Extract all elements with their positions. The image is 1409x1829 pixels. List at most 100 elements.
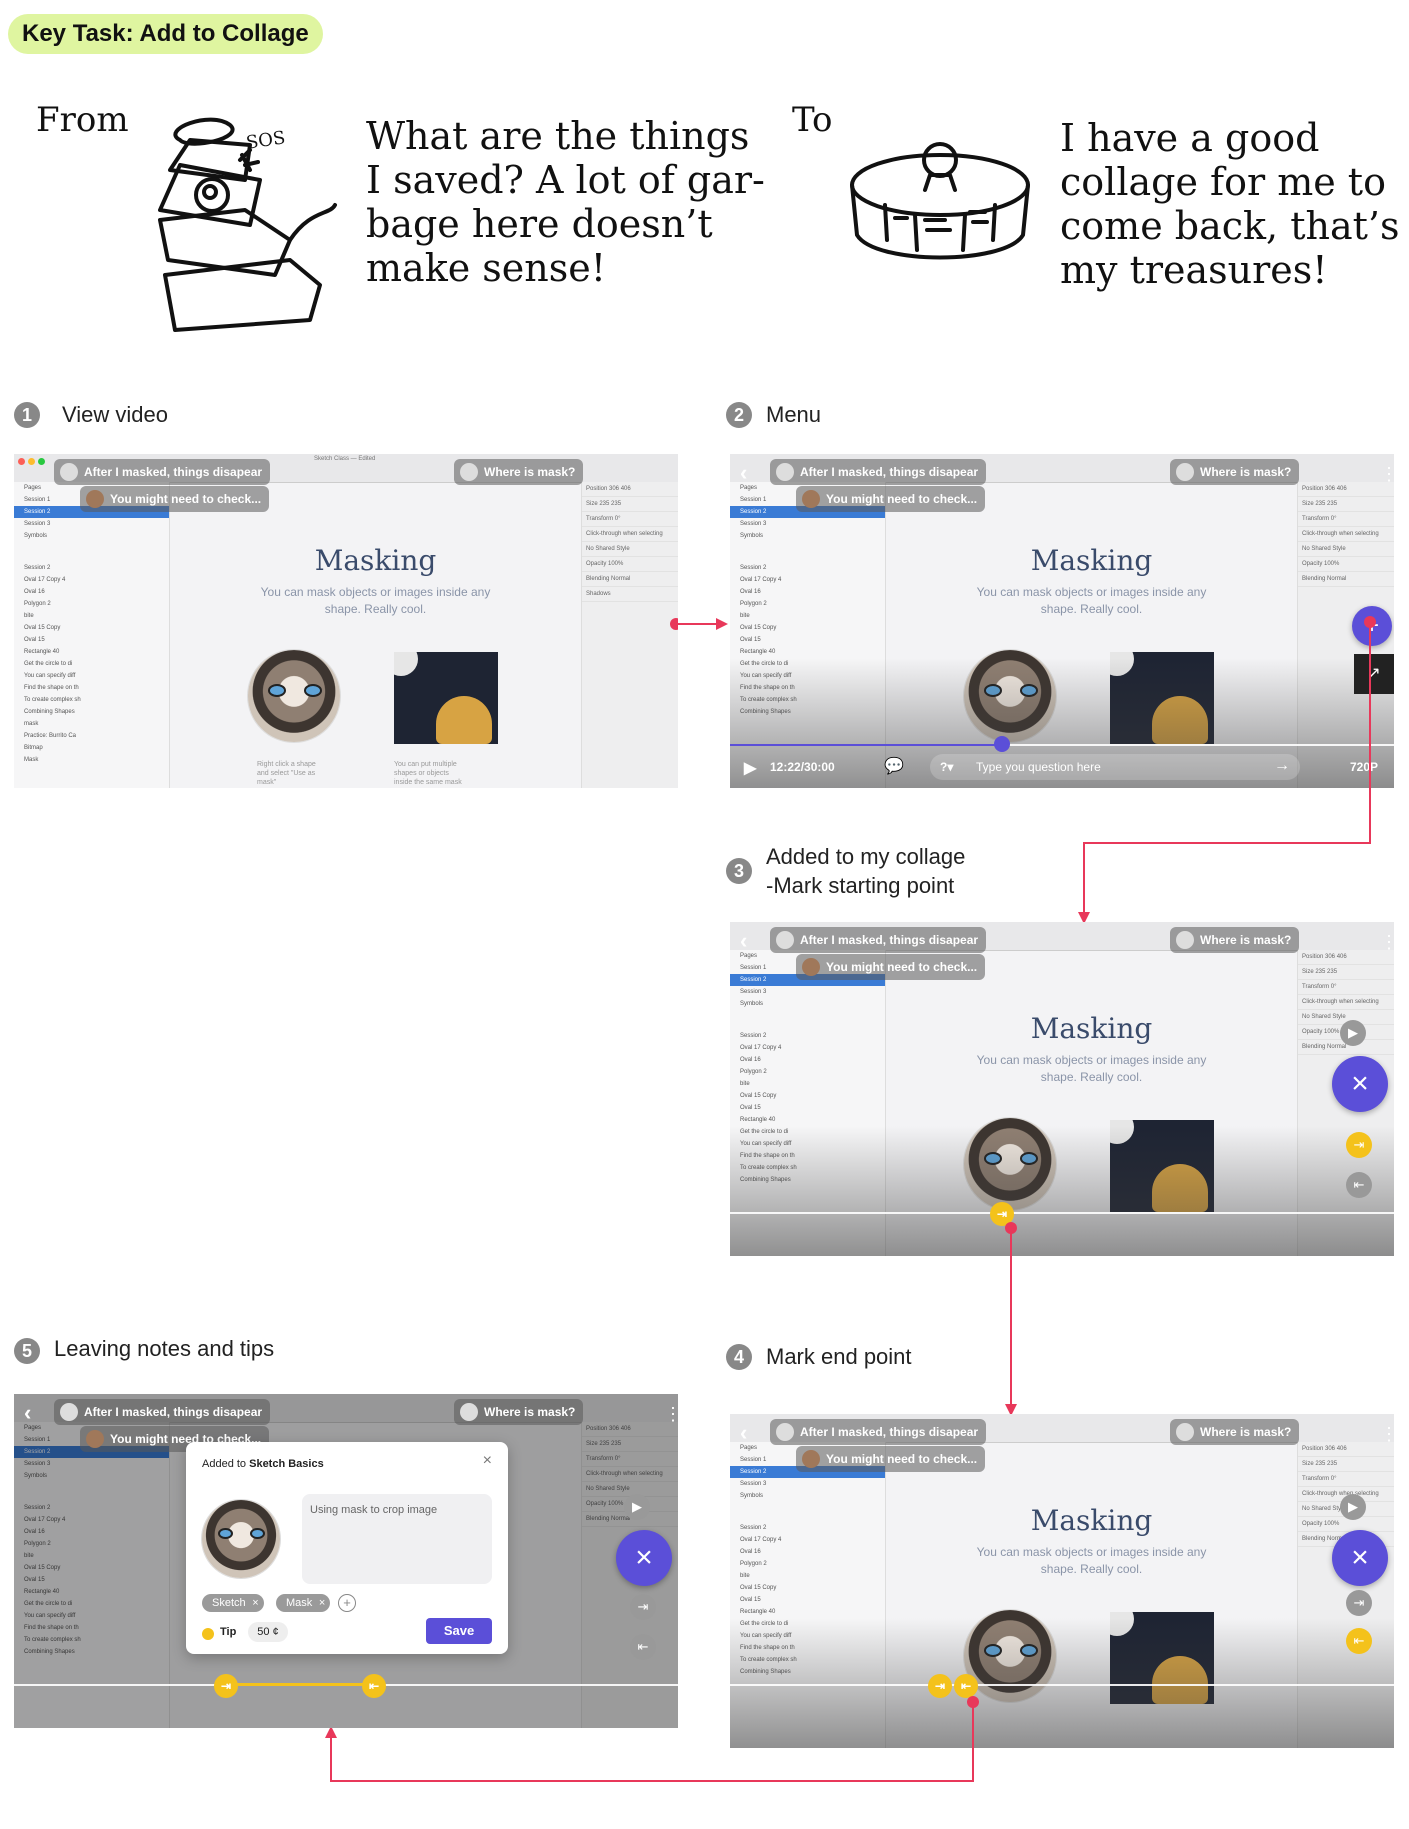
mark-start-button[interactable]: ⇥: [1346, 1132, 1372, 1158]
start-marker[interactable]: ⇥: [214, 1674, 238, 1698]
layer-item[interactable]: mask: [14, 718, 169, 730]
layer-item[interactable]: Polygon 2: [730, 598, 885, 610]
mark-end-button[interactable]: ⇤: [1346, 1628, 1372, 1654]
more-menu-icon[interactable]: ⋮: [664, 1404, 678, 1424]
layer-item[interactable]: Oval 17 Copy 4: [730, 1534, 885, 1546]
back-chevron-icon[interactable]: ‹: [740, 462, 747, 484]
layer-item[interactable]: Find the shape on th: [14, 682, 169, 694]
page-item[interactable]: Session 3: [14, 518, 169, 530]
page-item[interactable]: Session 3: [730, 518, 885, 530]
layer-item[interactable]: Oval 17 Copy 4: [730, 1042, 885, 1054]
note-field[interactable]: Using mask to crop image: [302, 1494, 492, 1584]
question-bubble[interactable]: Where is mask?: [1170, 927, 1300, 953]
layer-item[interactable]: bite: [14, 610, 169, 622]
layer-item[interactable]: Oval 15 Copy: [730, 622, 885, 634]
page-item[interactable]: Symbols: [14, 530, 169, 542]
question-input[interactable]: ?▾ Type you question here →: [930, 754, 1300, 780]
play-circle-icon[interactable]: ▶: [1340, 1494, 1366, 1520]
layer-item[interactable]: Polygon 2: [14, 598, 169, 610]
layer-item[interactable]: Mask: [14, 754, 169, 766]
page-item[interactable]: Session 3: [730, 1478, 885, 1490]
layer-item[interactable]: Get the circle to di: [14, 658, 169, 670]
layer-item[interactable]: Oval 15 Copy: [730, 1582, 885, 1594]
question-bubble[interactable]: Where is mask?: [454, 1399, 584, 1425]
chat-icon[interactable]: 💬: [884, 756, 904, 776]
page-item[interactable]: Symbols: [730, 998, 885, 1010]
layer-item[interactable]: bite: [730, 1570, 885, 1582]
layer-item[interactable]: Oval 15: [14, 634, 169, 646]
layer-item[interactable]: Oval 15: [730, 1102, 885, 1114]
question-bubble[interactable]: After I masked, things disapear: [54, 459, 271, 485]
layer-item[interactable]: To create complex sh: [14, 694, 169, 706]
layer-item[interactable]: Oval 15: [730, 1594, 885, 1606]
collection-name[interactable]: Sketch Basics: [249, 1458, 324, 1470]
back-chevron-icon[interactable]: ‹: [24, 1402, 31, 1424]
layer-item[interactable]: You can specify diff: [14, 670, 169, 682]
question-bubble[interactable]: Where is mask?: [1170, 1419, 1300, 1445]
layer-item[interactable]: Oval 15 Copy: [730, 1090, 885, 1102]
layer-item[interactable]: Oval 17 Copy 4: [730, 574, 885, 586]
more-menu-icon[interactable]: ⋮: [1380, 1424, 1394, 1444]
tip-amount[interactable]: 50 ¢: [248, 1622, 288, 1642]
layer-item[interactable]: Oval 17 Copy 4: [14, 574, 169, 586]
layer-item[interactable]: Oval 16: [730, 1054, 885, 1066]
layer-item[interactable]: Rectangle 40: [730, 646, 885, 658]
play-circle-icon[interactable]: ▶: [1340, 1020, 1366, 1046]
question-bubble[interactable]: After I masked, things disapear: [770, 459, 987, 485]
layer-item[interactable]: Rectangle 40: [730, 1606, 885, 1618]
end-marker[interactable]: ⇤: [362, 1674, 386, 1698]
video-timeline[interactable]: [730, 1212, 1394, 1214]
mark-start-button[interactable]: ⇥: [630, 1594, 656, 1620]
back-chevron-icon[interactable]: ‹: [740, 930, 747, 952]
layer-item[interactable]: Polygon 2: [730, 1066, 885, 1078]
play-icon[interactable]: ▶: [744, 758, 756, 778]
layer-item[interactable]: Oval 15 Copy: [14, 622, 169, 634]
question-bubble[interactable]: Where is mask?: [1170, 459, 1300, 485]
start-marker[interactable]: ⇥: [928, 1674, 952, 1698]
layer-item[interactable]: Oval 16: [14, 586, 169, 598]
remove-tag-icon[interactable]: ×: [252, 1594, 258, 1612]
layer-item[interactable]: Oval 16: [730, 1546, 885, 1558]
layer-item[interactable]: Practice: Burrito Ca: [14, 730, 169, 742]
close-icon[interactable]: ×: [483, 1452, 492, 1470]
mark-end-button[interactable]: ⇤: [630, 1634, 656, 1660]
question-bubble[interactable]: You might need to check...: [796, 954, 986, 980]
close-menu-button[interactable]: ×: [1332, 1530, 1388, 1586]
expand-icon[interactable]: ↗: [1354, 654, 1394, 694]
question-bubble[interactable]: You might need to check...: [80, 486, 270, 512]
close-menu-button[interactable]: ×: [616, 1530, 672, 1586]
remove-tag-icon[interactable]: ×: [319, 1594, 325, 1612]
add-tag-icon[interactable]: +: [338, 1594, 356, 1612]
question-bubble[interactable]: You might need to check...: [796, 1446, 986, 1472]
more-menu-icon[interactable]: ⋮: [1380, 932, 1394, 952]
layer-item[interactable]: Oval 16: [730, 586, 885, 598]
page-item[interactable]: Session 3: [730, 986, 885, 998]
question-bubble[interactable]: After I masked, things disapear: [770, 927, 987, 953]
save-button[interactable]: Save: [426, 1618, 492, 1644]
send-arrow-icon[interactable]: →: [1274, 757, 1290, 775]
video-timeline[interactable]: [730, 1684, 1394, 1686]
layer-item[interactable]: Rectangle 40: [14, 646, 169, 658]
layer-item[interactable]: bite: [730, 610, 885, 622]
play-circle-icon[interactable]: ▶: [624, 1494, 650, 1520]
question-bubble[interactable]: After I masked, things disapear: [770, 1419, 987, 1445]
layer-item[interactable]: bite: [730, 1078, 885, 1090]
mark-end-button[interactable]: ⇤: [1346, 1172, 1372, 1198]
layer-item[interactable]: Bitmap: [14, 742, 169, 754]
page-item[interactable]: Symbols: [730, 530, 885, 542]
quality-selector[interactable]: 720P: [1350, 760, 1378, 774]
layer-item[interactable]: Polygon 2: [730, 1558, 885, 1570]
layer-item[interactable]: Combining Shapes: [14, 706, 169, 718]
back-chevron-icon[interactable]: ‹: [740, 1422, 747, 1444]
layer-item[interactable]: Rectangle 40: [730, 1114, 885, 1126]
question-bubble[interactable]: Where is mask?: [454, 459, 584, 485]
end-marker[interactable]: ⇤: [954, 1674, 978, 1698]
tag-chip[interactable]: Sketch ×: [202, 1594, 264, 1612]
more-menu-icon[interactable]: ⋮: [1380, 464, 1394, 484]
tag-chip[interactable]: Mask ×: [276, 1594, 331, 1612]
page-item[interactable]: Symbols: [730, 1490, 885, 1502]
close-menu-button[interactable]: ×: [1332, 1056, 1388, 1112]
mark-start-button[interactable]: ⇥: [1346, 1590, 1372, 1616]
layer-item[interactable]: Oval 15: [730, 634, 885, 646]
question-bubble[interactable]: You might need to check...: [796, 486, 986, 512]
